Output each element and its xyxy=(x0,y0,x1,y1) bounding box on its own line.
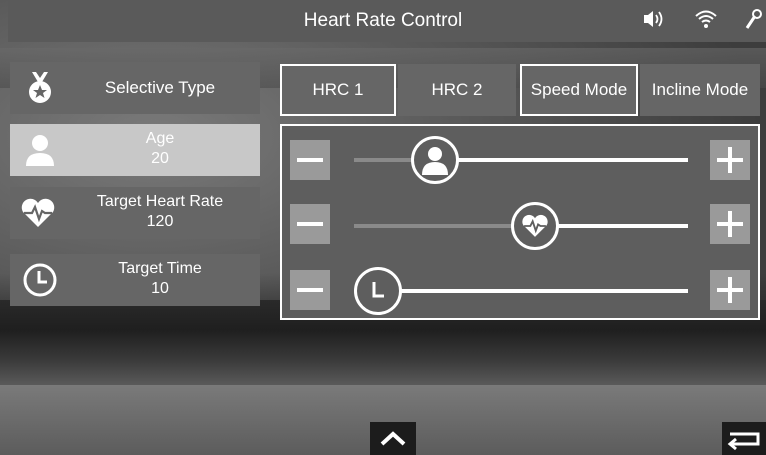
heart-icon xyxy=(522,214,548,237)
wrench-icon[interactable] xyxy=(744,8,762,30)
return-icon xyxy=(727,432,760,451)
minus-icon xyxy=(297,288,323,292)
heart-rate-increase-button[interactable] xyxy=(710,204,750,244)
target-time-label: Target Time xyxy=(118,260,202,277)
person-icon xyxy=(22,132,58,168)
tab-incline-mode[interactable]: Incline Mode xyxy=(640,64,760,116)
time-increase-button[interactable] xyxy=(710,270,750,310)
tab-speed-mode[interactable]: Speed Mode xyxy=(520,64,638,116)
minus-icon xyxy=(297,222,323,226)
heart-icon xyxy=(18,195,60,231)
slider-panel xyxy=(280,124,760,320)
tab-hrc1[interactable]: HRC 1 xyxy=(280,64,396,116)
selective-type-button[interactable]: Selective Type xyxy=(10,62,260,114)
medal-icon xyxy=(22,70,58,106)
target-heart-rate-button[interactable]: Target Heart Rate 120 xyxy=(10,187,260,239)
clock-icon xyxy=(372,282,384,298)
age-label: Age xyxy=(145,130,175,147)
person-icon xyxy=(421,147,448,175)
age-slider-knob[interactable] xyxy=(410,136,459,184)
time-decrease-button[interactable] xyxy=(290,270,330,310)
time-slider-knob[interactable] xyxy=(354,267,402,315)
tab-hrc2[interactable]: HRC 2 xyxy=(398,64,516,116)
status-icons xyxy=(642,8,762,30)
age-decrease-button[interactable] xyxy=(290,140,330,180)
heart-rate-decrease-button[interactable] xyxy=(290,204,330,244)
expand-up-button[interactable] xyxy=(370,422,416,455)
age-button[interactable]: Age 20 xyxy=(10,124,260,176)
target-time-button[interactable]: Target Time 10 xyxy=(10,254,260,306)
age-slider-track[interactable] xyxy=(354,158,688,162)
target-heart-rate-value: 120 xyxy=(146,213,174,230)
chevron-up-icon xyxy=(380,431,406,446)
age-value: 20 xyxy=(151,150,169,167)
heart-rate-slider-knob[interactable] xyxy=(510,202,559,250)
volume-icon[interactable] xyxy=(642,8,668,30)
age-increase-button[interactable] xyxy=(710,140,750,180)
back-button[interactable] xyxy=(722,422,766,455)
heart-rate-slider-fill xyxy=(354,224,521,228)
minus-icon xyxy=(297,158,323,162)
time-slider-track[interactable] xyxy=(354,289,688,293)
target-time-value: 10 xyxy=(151,280,169,297)
wifi-icon xyxy=(694,8,718,30)
selective-type-label: Selective Type xyxy=(104,78,216,97)
target-heart-rate-label: Target Heart Rate xyxy=(96,193,224,210)
clock-icon xyxy=(22,262,58,298)
